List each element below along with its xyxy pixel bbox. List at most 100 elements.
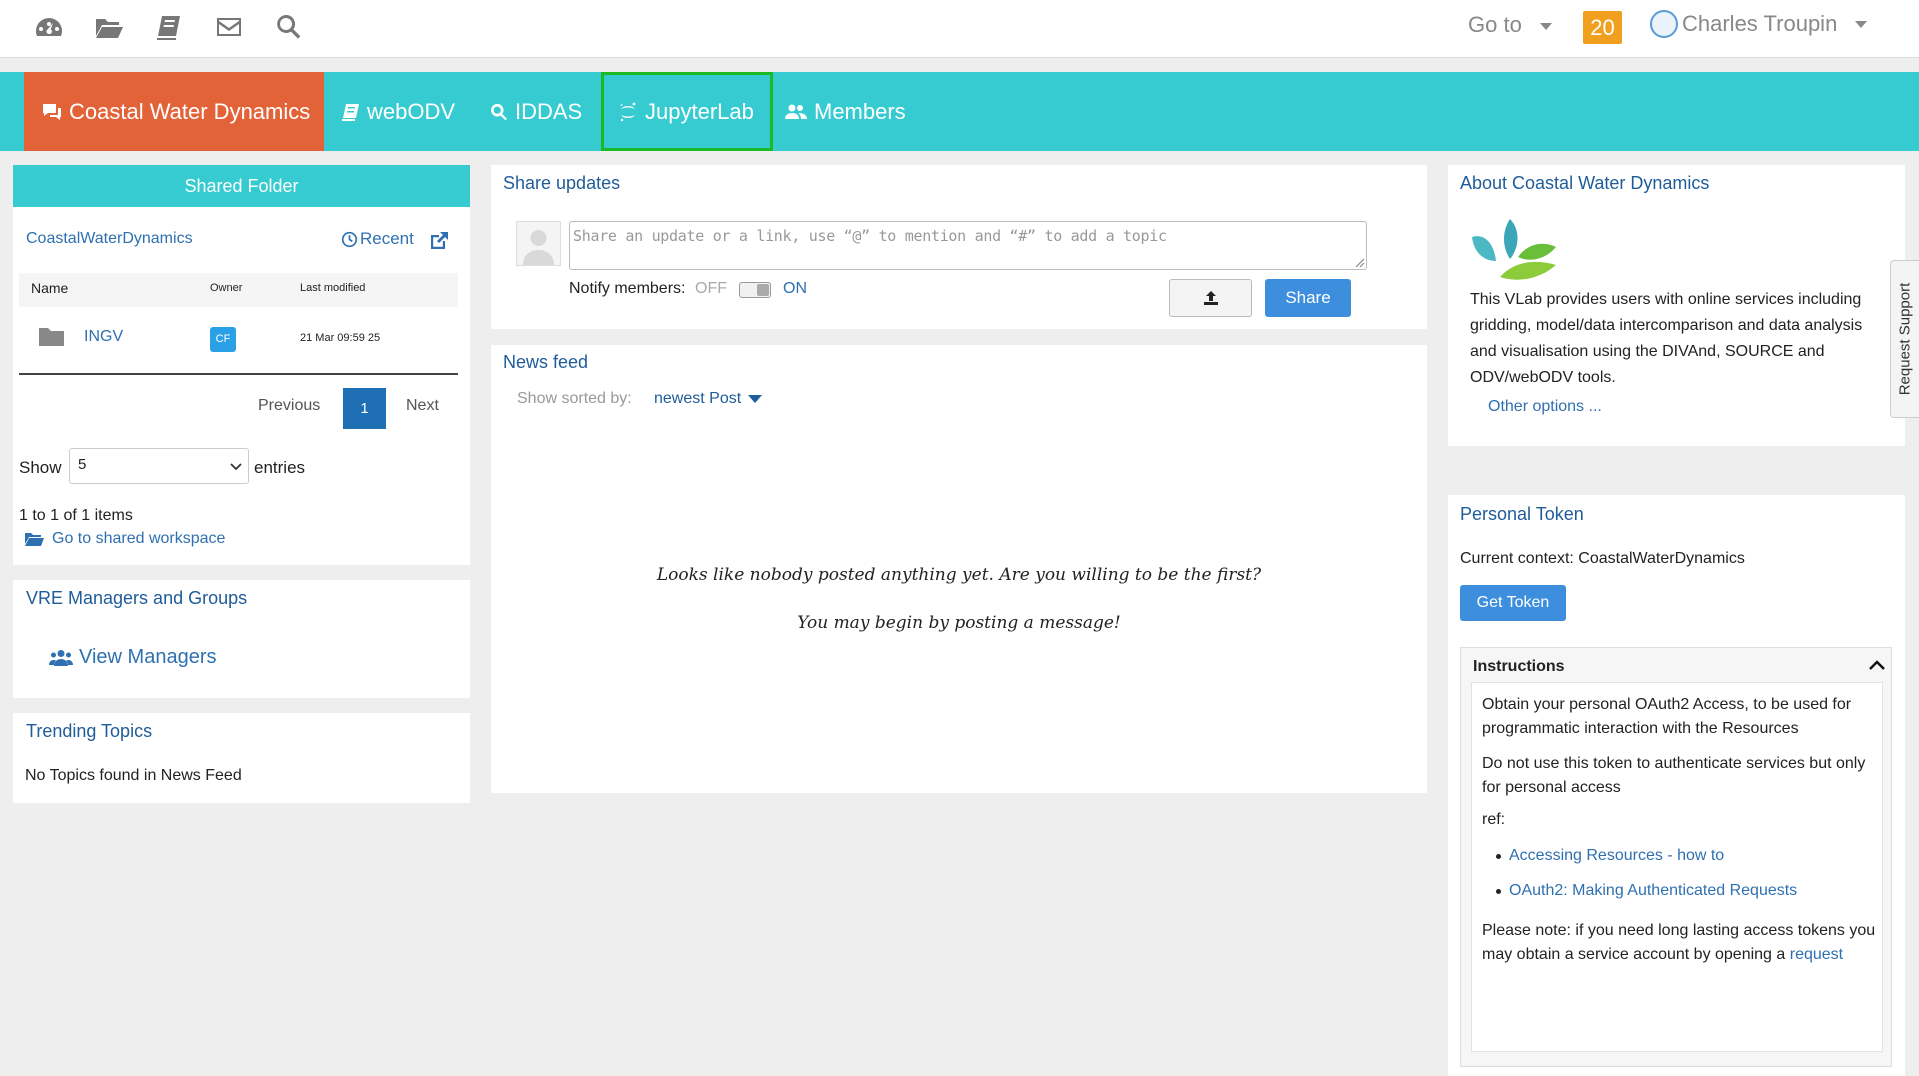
user-name: Charles Troupin <box>1682 11 1838 36</box>
upload-icon <box>1204 291 1218 305</box>
instructions-header[interactable]: Instructions <box>1473 653 1885 681</box>
resize-handle-icon[interactable] <box>1355 258 1365 268</box>
request-link[interactable]: request <box>1790 946 1843 963</box>
users-icon <box>49 649 73 666</box>
other-options-link[interactable]: Other options ... <box>1488 398 1602 416</box>
view-managers-label: View Managers <box>79 646 217 668</box>
bullet-icon <box>1496 853 1501 859</box>
request-support-label: Request Support <box>1896 282 1914 396</box>
folder-link-ingv[interactable]: INGV <box>84 328 123 346</box>
table-row[interactable]: INGV CF 21 Mar 09:59 25 <box>19 310 458 373</box>
user-menu[interactable]: Charles Troupin <box>1650 10 1868 38</box>
goto-menu[interactable]: Go to <box>1468 12 1552 38</box>
notify-off-label: OFF <box>695 280 727 297</box>
goto-workspace-link[interactable]: Go to shared workspace <box>25 530 225 548</box>
instructions-box: Instructions Obtain your personal OAuth2… <box>1460 647 1892 1067</box>
nav-label: Members <box>814 98 906 124</box>
news-feed-title: News feed <box>503 352 589 372</box>
dashboard-icon[interactable] <box>34 12 64 42</box>
nav-item-coastal-water-dynamics[interactable]: Coastal Water Dynamics <box>24 72 324 151</box>
vre-managers-title: VRE Managers and Groups <box>26 588 248 608</box>
jupyter-icon <box>620 102 636 121</box>
instructions-note: Please note: if you need long lasting ac… <box>1482 919 1877 967</box>
request-support-tab[interactable]: Request Support <box>1890 260 1919 418</box>
folder-icon <box>39 328 64 346</box>
nav-label: webODV <box>367 98 456 124</box>
folder-name-link[interactable]: CoastalWaterDynamics <box>26 230 193 248</box>
nav-item-webodv[interactable]: webODV <box>340 72 455 151</box>
share-placeholder: Share an update or a link, use “@” to me… <box>573 227 1167 245</box>
share-updates-panel: Share updates Share an update or a link,… <box>491 165 1427 329</box>
nav-label: Coastal Water Dynamics <box>69 98 311 124</box>
share-textarea[interactable]: Share an update or a link, use “@” to me… <box>569 221 1367 270</box>
get-token-button[interactable]: Get Token <box>1460 585 1566 621</box>
nav-item-members[interactable]: Members <box>785 72 906 151</box>
folder-open-icon[interactable] <box>94 12 124 42</box>
nav-item-jupyterlab[interactable]: JupyterLab <box>601 72 773 151</box>
sort-label: Show sorted by: <box>517 390 632 407</box>
nav-label: IDDAS <box>515 98 583 124</box>
upload-button[interactable] <box>1169 279 1252 317</box>
envelope-icon[interactable] <box>214 12 244 42</box>
page-1-button[interactable]: 1 <box>343 388 386 429</box>
last-modified: 21 Mar 09:59 25 <box>300 332 381 344</box>
table-divider <box>19 373 458 375</box>
avatar <box>516 221 561 266</box>
notify-members-label: Notify members: <box>569 280 686 297</box>
items-count: 1 to 1 of 1 items <box>19 507 133 524</box>
recent-label: Recent <box>360 229 414 248</box>
chevron-up-icon[interactable] <box>1869 660 1885 671</box>
book-icon[interactable] <box>154 12 184 42</box>
entries-value: 5 <box>78 456 87 473</box>
entries-select[interactable]: 5 <box>69 448 249 484</box>
nav-label: JupyterLab <box>645 98 754 124</box>
goto-label: Go to <box>1468 12 1522 37</box>
vre-managers-panel: VRE Managers and Groups View Managers <box>13 580 470 698</box>
owner-avatar: CF <box>210 327 236 352</box>
personal-token-panel: Personal Token Current context: CoastalW… <box>1448 495 1905 1076</box>
show-label: Show <box>19 458 62 477</box>
notification-badge[interactable]: 20 <box>1583 11 1622 44</box>
column-header-owner[interactable]: Owner <box>210 282 242 294</box>
about-text: This VLab provides users with online ser… <box>1470 291 1863 386</box>
previous-page-button[interactable]: Previous <box>258 397 320 415</box>
notify-toggle[interactable] <box>739 282 771 298</box>
trending-topics-title: Trending Topics <box>26 721 153 741</box>
goto-workspace-label: Go to shared workspace <box>52 530 226 547</box>
sort-dropdown[interactable]: newest Post <box>654 390 763 408</box>
search-icon[interactable] <box>274 12 304 42</box>
toggle-knob <box>757 284 769 296</box>
clock-icon <box>341 231 358 247</box>
current-context: Current context: CoastalWaterDynamics <box>1460 550 1745 567</box>
chevron-down-icon <box>230 463 242 471</box>
trending-empty-text: No Topics found in News Feed <box>25 767 242 784</box>
instructions-p2: Do not use this token to authenticate se… <box>1482 755 1866 796</box>
empty-feed-line-2: You may begin by posting a message! <box>797 613 1121 633</box>
list-item: OAuth2: Making Authenticated Requests <box>1496 882 1797 900</box>
instructions-p1: Obtain your personal OAuth2 Access, to b… <box>1482 696 1852 737</box>
share-button[interactable]: Share <box>1265 279 1351 317</box>
trending-topics-panel: Trending Topics No Topics found in News … <box>13 713 470 803</box>
next-page-button[interactable]: Next <box>406 397 439 415</box>
caret-down-icon <box>748 394 763 403</box>
site-navbar: Coastal Water Dynamics webODV IDDAS Jupy… <box>0 72 1919 151</box>
chevron-down-icon <box>1855 20 1868 28</box>
oauth2-requests-link[interactable]: OAuth2: Making Authenticated Requests <box>1509 882 1797 900</box>
list-item: Accessing Resources - how to <box>1496 847 1724 865</box>
nav-item-iddas[interactable]: IDDAS <box>490 72 582 151</box>
instructions-title: Instructions <box>1473 658 1565 675</box>
external-link-icon[interactable] <box>428 230 450 257</box>
book-icon <box>342 103 359 121</box>
user-placeholder-icon <box>523 230 554 265</box>
column-header-name[interactable]: Name <box>31 280 68 296</box>
bullet-icon <box>1496 888 1501 894</box>
shared-folder-title: Shared Folder <box>13 165 470 207</box>
folder-open-icon <box>25 532 44 546</box>
view-managers-link[interactable]: View Managers <box>49 646 216 669</box>
users-icon <box>785 104 807 119</box>
column-header-modified[interactable]: Last modified <box>300 282 365 294</box>
accessing-resources-link[interactable]: Accessing Resources - how to <box>1509 847 1724 865</box>
recent-link[interactable]: Recent <box>341 229 414 249</box>
vlab-logo <box>1472 219 1556 280</box>
personal-token-title: Personal Token <box>1460 504 1584 524</box>
